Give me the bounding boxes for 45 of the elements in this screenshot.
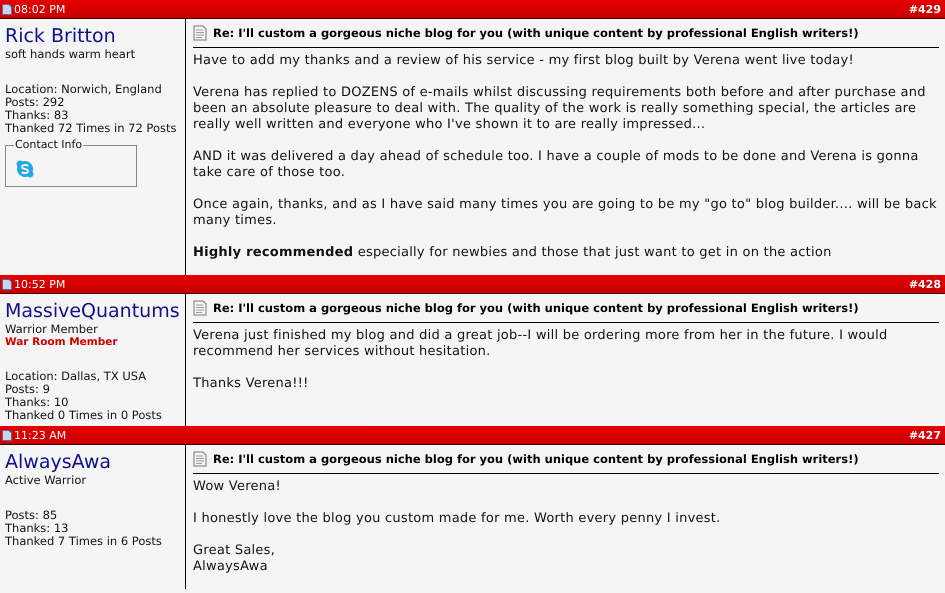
- user-stat: Posts: 292: [5, 96, 66, 109]
- message-paragraph: Great Sales, AlwaysAwa: [193, 543, 276, 575]
- message-paragraph: Verena has replied to DOZENS of e-mails whilst discussing requirements both before and after purchase and been an absolute pleasure to deal with. The quality of the work is really something special, the articles are really well written and everyone who I've shown it to are really impressed...: [193, 85, 927, 133]
- message-paragraph: AND it was delivered a day ahead of schedule too. I have a couple of mods to be done and Verena is gonna take care of those too.: [193, 149, 920, 181]
- username-link[interactable]: MassiveQuantums: [5, 300, 180, 322]
- user-stat: Thanked 0 Times in 0 Posts: [5, 409, 163, 422]
- post-subject: Re: I'll custom a gorgeous niche blog for you (with unique content by professional English writers!): [213, 452, 859, 466]
- message-paragraph: I honestly love the blog you custom made for me. Worth every penny I invest.: [193, 511, 722, 527]
- post-icon: [2, 278, 12, 290]
- document-icon: [193, 300, 207, 316]
- user-title: Warrior Member: [5, 322, 99, 336]
- username-link[interactable]: AlwaysAwa: [5, 451, 112, 473]
- user-stat: Thanks: 83: [5, 109, 70, 122]
- post-number[interactable]: #428: [908, 278, 941, 290]
- message-paragraph: Once again, thanks, and as I have said many times you are going to be my "go to" blog builder.... will be back many times.: [193, 197, 938, 229]
- user-stat: Thanks: 10: [5, 396, 70, 409]
- post-subject: Re: I'll custom a gorgeous niche blog for you (with unique content by professional English writers!): [213, 301, 859, 315]
- message-paragraph: Have to add my thanks and a review of his service - my first blog built by Verena went live today!: [193, 53, 855, 69]
- user-stat: Thanked 7 Times in 6 Posts: [5, 535, 163, 548]
- message-paragraph: Thanks Verena!!!: [193, 376, 310, 392]
- cloud-icon: [16, 160, 34, 178]
- contact-legend: Contact Info: [14, 138, 84, 151]
- post-number[interactable]: #429: [908, 2, 941, 16]
- user-stat: Location: Dallas, TX USA: [5, 370, 148, 383]
- username-link[interactable]: Rick Britton: [5, 25, 116, 47]
- post-icon: [2, 430, 12, 440]
- member-rank-label: War Room Member: [5, 336, 119, 348]
- user-stat: Posts: 85: [5, 509, 58, 522]
- user-stat: Thanks: 13: [5, 522, 70, 535]
- message-paragraph: Verena just finished my blog and did a great job--I will be ordering more from her in the future. I would recommend her services without hesitation.: [193, 328, 888, 360]
- user-stat: Posts: 9: [5, 383, 51, 396]
- post-subject: Re: I'll custom a gorgeous niche blog for you (with unique content by professional English writers!): [213, 26, 859, 40]
- post-time: 10:52 PM: [14, 278, 66, 290]
- post-time: 08:02 PM: [14, 2, 66, 16]
- user-title: soft hands warm heart: [5, 47, 136, 61]
- post-number[interactable]: #427: [908, 428, 941, 442]
- user-stat: Location: Norwich, England: [5, 83, 163, 96]
- message-paragraph: Wow Verena!: [193, 479, 282, 495]
- user-stat: Thanked 72 Times in 72 Posts: [5, 122, 178, 135]
- document-icon: [193, 25, 207, 41]
- message-paragraph: Highly recommended especially for newbies and those that just want to get in on the action: [193, 245, 833, 261]
- post-icon: [2, 4, 12, 14]
- post-time: 11:23 AM: [14, 428, 66, 442]
- user-title: Active Warrior: [5, 473, 88, 487]
- document-icon: [193, 451, 207, 467]
